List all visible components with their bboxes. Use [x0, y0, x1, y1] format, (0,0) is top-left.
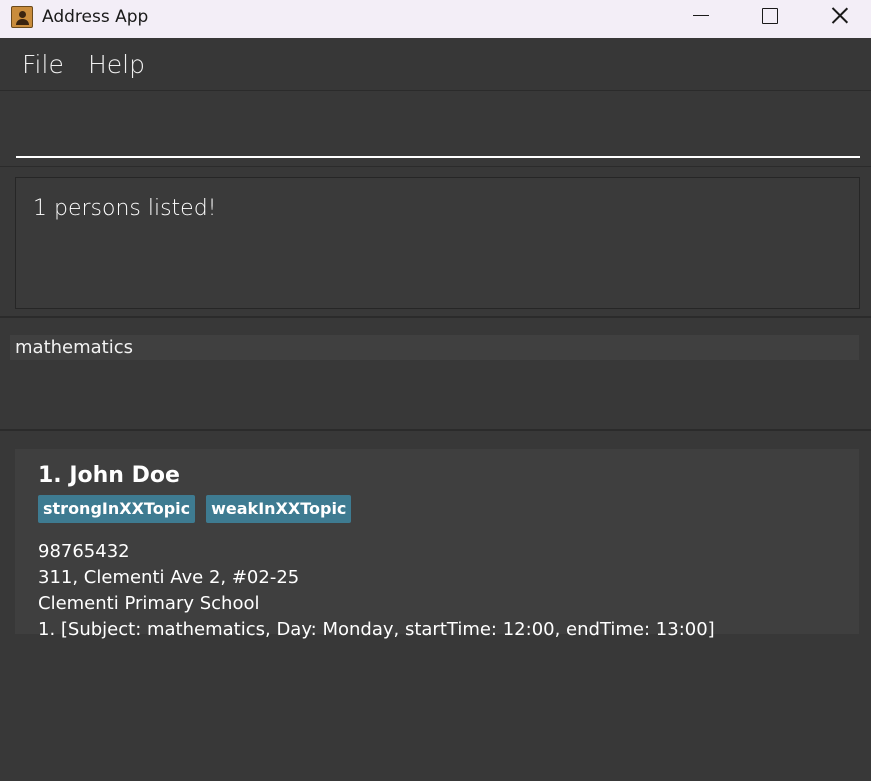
command-box [0, 92, 871, 167]
person-card[interactable]: 1. John Doe strongInXXTopic weakInXXTopi… [15, 449, 859, 640]
minimize-icon[interactable] [678, 0, 724, 32]
menu-help[interactable]: Help [88, 50, 145, 80]
menu-file[interactable]: File [22, 50, 64, 80]
close-icon[interactable] [817, 0, 863, 32]
tag: weakInXXTopic [206, 495, 352, 523]
person-lesson: 1. [Subject: mathematics, Day: Monday, s… [38, 619, 715, 640]
subject-panel: mathematics [0, 320, 871, 431]
person-list: 1. John Doe strongInXXTopic weakInXXTopi… [0, 433, 871, 781]
result-display-panel: 1 persons listed! [0, 168, 871, 318]
maximize-icon[interactable] [746, 0, 792, 32]
window-title: Address App [42, 7, 149, 27]
command-input[interactable] [16, 92, 860, 158]
person-name: 1. John Doe [38, 463, 180, 488]
menu-bar: File Help [0, 38, 871, 91]
person-school: Clementi Primary School [38, 593, 260, 614]
subject-list-item[interactable]: mathematics [10, 335, 859, 360]
person-address: 311, Clementi Ave 2, #02-25 [38, 567, 300, 588]
result-display[interactable]: 1 persons listed! [15, 177, 860, 309]
subject-label: mathematics [15, 337, 134, 358]
contact-book-icon [11, 6, 33, 28]
person-phone: 98765432 [38, 541, 130, 562]
title-bar: Address App [0, 0, 871, 38]
tag: strongInXXTopic [38, 495, 196, 523]
tag-list: strongInXXTopic weakInXXTopic [38, 495, 352, 523]
result-message: 1 persons listed! [33, 196, 217, 221]
